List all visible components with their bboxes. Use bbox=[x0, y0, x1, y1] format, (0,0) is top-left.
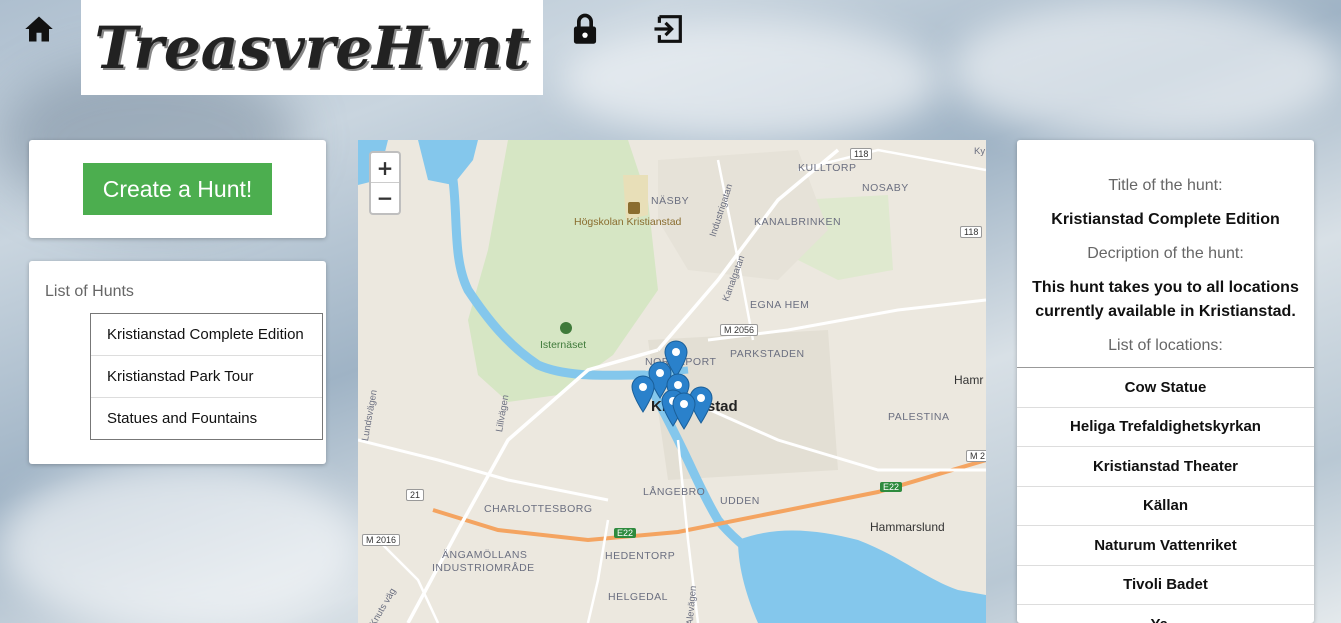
map-label: HELGEDAL bbox=[608, 591, 669, 603]
location-list-item[interactable]: Källan bbox=[1017, 487, 1314, 526]
zoom-control: + − bbox=[369, 151, 401, 215]
hunt-list-card: List of Hunts Kristianstad Complete Edit… bbox=[29, 261, 326, 464]
road-badge: E22 bbox=[880, 482, 903, 492]
location-list-item[interactable]: Tivoli Badet bbox=[1017, 566, 1314, 605]
road-badge: M 2016 bbox=[362, 534, 401, 546]
hunt-list-item[interactable]: Kristianstad Park Tour bbox=[91, 356, 322, 398]
logo-text: TreasvreHvnt bbox=[94, 13, 530, 82]
zoom-in-button[interactable]: + bbox=[371, 153, 399, 183]
cloud-decoration bbox=[950, 0, 1340, 140]
map-label: Hammarslund bbox=[870, 520, 945, 534]
road-badge: 118 bbox=[850, 148, 873, 160]
map-label: UDDEN bbox=[720, 495, 760, 507]
map-label: KULLTORP bbox=[798, 162, 857, 174]
map-label: Ky bbox=[974, 146, 986, 157]
hunt-title-label: Title of the hunt: bbox=[1108, 177, 1223, 194]
road bbox=[586, 519, 610, 623]
road-badge: 21 bbox=[406, 489, 425, 501]
map-label: PARKSTADEN bbox=[730, 348, 805, 360]
map-label: Hamr bbox=[954, 373, 984, 387]
create-hunt-card: Create a Hunt! bbox=[29, 140, 326, 238]
cloud-decoration bbox=[560, 20, 940, 140]
create-hunt-button[interactable]: Create a Hunt! bbox=[83, 163, 272, 215]
map-label: PALESTINA bbox=[888, 411, 950, 423]
road bbox=[358, 438, 609, 502]
road-badge: 118 bbox=[960, 226, 983, 238]
lock-icon[interactable] bbox=[568, 12, 602, 46]
map-label: NOSABY bbox=[862, 182, 909, 194]
location-list-item[interactable]: Kristianstad Theater bbox=[1017, 447, 1314, 487]
location-list-item[interactable]: Heliga Trefaldighetskyrkan bbox=[1017, 408, 1314, 447]
location-list-item[interactable]: Cow Statue bbox=[1017, 368, 1314, 408]
hunt-description-label: Decription of the hunt: bbox=[1087, 245, 1244, 262]
map-label: HEDENTORP bbox=[605, 550, 676, 562]
hunt-list: Kristianstad Complete Edition Kristianst… bbox=[90, 313, 323, 440]
map-marker-icon[interactable] bbox=[631, 375, 655, 413]
zoom-out-button[interactable]: − bbox=[371, 183, 399, 213]
map-view[interactable]: + − KULLTORP NÄSBY NOSABY Högskolan Kris… bbox=[358, 140, 986, 623]
cloud-decoration bbox=[0, 460, 360, 623]
hunt-detail-card: Title of the hunt: Kristianstad Complete… bbox=[1017, 140, 1314, 623]
map-label: Högskolan Kristianstad bbox=[574, 216, 682, 228]
map-marker-icon[interactable] bbox=[672, 392, 696, 430]
site-logo[interactable]: TreasvreHvnt bbox=[81, 0, 543, 95]
map-label: Isternäset bbox=[540, 339, 587, 351]
hunt-list-item[interactable]: Kristianstad Complete Edition bbox=[91, 314, 322, 356]
tree-icon bbox=[560, 322, 572, 334]
map-label: ÄNGAMÖLLANS bbox=[442, 549, 528, 561]
exit-icon[interactable] bbox=[651, 12, 685, 46]
home-icon[interactable] bbox=[22, 12, 56, 46]
map-label: LÅNGEBRO bbox=[643, 486, 706, 498]
map-label: KANALBRINKEN bbox=[754, 216, 842, 228]
road-badge: E22 bbox=[614, 528, 637, 538]
map-label: EGNA HEM bbox=[750, 299, 810, 311]
location-list-item[interactable]: Naturum Vattenriket bbox=[1017, 526, 1314, 566]
map-label: CHARLOTTESBORG bbox=[484, 503, 593, 515]
map-label: NÄSBY bbox=[651, 195, 690, 207]
hunt-list-item[interactable]: Statues and Fountains bbox=[91, 398, 322, 439]
location-list: Cow Statue Heliga Trefaldighetskyrkan Kr… bbox=[1017, 367, 1314, 623]
water bbox=[738, 530, 986, 623]
hunt-list-title: List of Hunts bbox=[45, 283, 134, 300]
water bbox=[418, 140, 478, 185]
road-badge: M 2056 bbox=[720, 324, 759, 336]
location-list-label: List of locations: bbox=[1108, 337, 1223, 354]
location-list-item[interactable]: Ya... bbox=[1017, 605, 1314, 623]
hunt-description-value: This hunt takes you to all locations cur… bbox=[1032, 279, 1299, 320]
hunt-title-value: Kristianstad Complete Edition bbox=[1051, 211, 1280, 228]
school-icon bbox=[628, 202, 640, 214]
road-badge: M 2 bbox=[966, 450, 986, 462]
map-label: INDUSTRIOMRÅDE bbox=[432, 562, 535, 574]
